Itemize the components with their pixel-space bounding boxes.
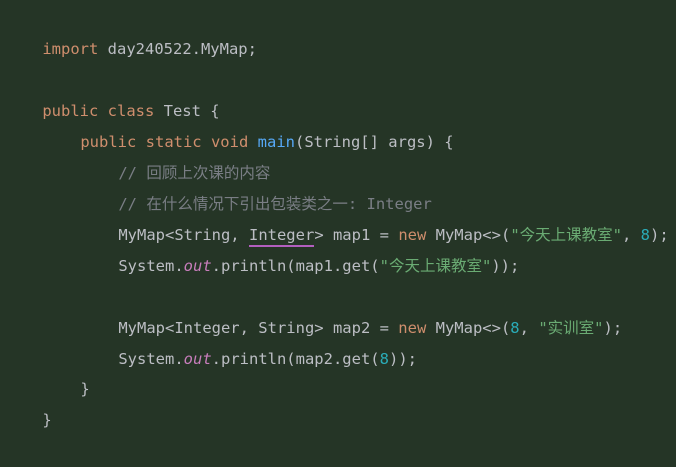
keyword-import: import: [42, 40, 99, 58]
string-literal: "今天上课教室": [379, 257, 492, 275]
system-ref: System.: [118, 350, 184, 368]
close-parens: ));: [388, 350, 417, 368]
number-literal: 8: [379, 350, 389, 368]
code-line-import[interactable]: import day240522.MyMap;: [5, 3, 257, 58]
code-line-println-map1[interactable]: System.out.println(map1.get("今天上课教室"));: [81, 220, 519, 275]
comma: ,: [519, 319, 539, 337]
string-literal: "今天上课教室": [510, 226, 622, 244]
code-line-close-class[interactable]: }: [5, 374, 51, 429]
string-literal: "实训室": [538, 319, 604, 337]
println-call: .println(map2.get(: [211, 350, 380, 368]
close-paren: );: [650, 226, 669, 244]
code-line-comment-1[interactable]: // 回顾上次课的内容: [81, 127, 270, 182]
close-parens: ));: [491, 257, 520, 275]
code-line-class-declaration[interactable]: public class Test {: [5, 65, 219, 120]
code-line-comment-2[interactable]: // 在什么情况下引出包装类之一: Integer: [81, 158, 431, 213]
static-field-out: out: [183, 257, 212, 275]
println-call: .println(map1.get(: [211, 257, 380, 275]
code-line-close-method[interactable]: }: [43, 343, 89, 398]
comma: ,: [621, 226, 641, 244]
code-editor[interactable]: import day240522.MyMap; public class Tes…: [0, 0, 676, 429]
number-literal: 8: [640, 226, 650, 244]
close-brace-method: }: [80, 380, 90, 398]
system-ref: System.: [118, 257, 184, 275]
code-line-println-map2[interactable]: System.out.println(map2.get(8));: [81, 313, 417, 368]
static-field-out: out: [183, 350, 212, 368]
number-literal: 8: [510, 319, 520, 337]
code-line-main-method[interactable]: public static void main(String[] args) {: [43, 96, 453, 151]
code-line-map2-declaration[interactable]: MyMap<Integer, String> map2 = new MyMap<…: [81, 282, 622, 337]
method-params: (String[] args) {: [294, 133, 454, 151]
constructor-mymap: MyMap<>(: [426, 319, 511, 337]
close-paren: );: [603, 319, 623, 337]
code-line-map1-declaration[interactable]: MyMap<String, Integer> map1 = new MyMap<…: [81, 189, 669, 247]
close-brace-class: }: [42, 411, 52, 429]
import-path: day240522.MyMap;: [98, 40, 257, 58]
